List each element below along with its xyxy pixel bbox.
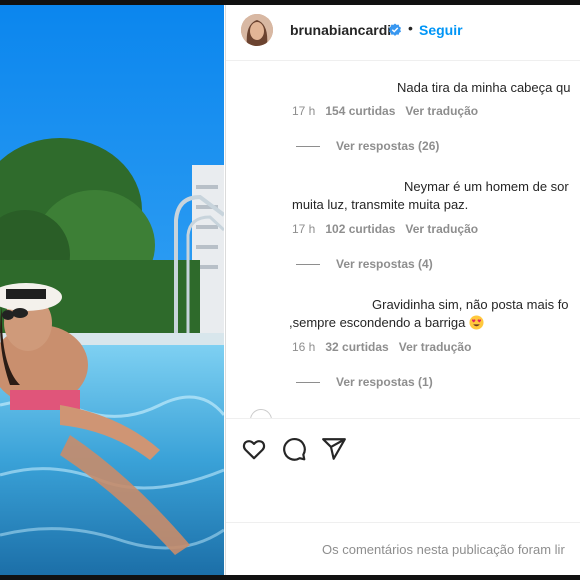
view-replies-label: Ver respostas (26)	[336, 139, 440, 153]
view-replies-button[interactable]: Ver respostas (26)	[296, 139, 439, 153]
view-replies-button[interactable]: Ver respostas (1)	[296, 375, 433, 389]
comment-likes[interactable]: 102 curtidas	[325, 222, 395, 236]
avatar[interactable]	[241, 14, 273, 46]
translate-link[interactable]: Ver tradução	[405, 104, 478, 118]
comment-meta: 17 h 102 curtidas Ver tradução	[292, 222, 488, 236]
heart-eyes-emoji-icon	[469, 315, 484, 330]
bottom-frame-bar	[0, 575, 580, 580]
post-side-panel: brunabiancardi • Seguir Nada tira da min…	[225, 5, 580, 575]
view-replies-label: Ver respostas (4)	[336, 257, 433, 271]
post-photo[interactable]	[0, 5, 224, 575]
replies-line	[296, 146, 320, 148]
pool-photo-illustration	[0, 5, 224, 575]
comment-time: 16 h	[292, 340, 316, 354]
comment-text: Nada tira da minha cabeça qu	[397, 80, 571, 95]
footer-divider	[226, 522, 580, 523]
comment-time: 17 h	[292, 104, 316, 118]
comment-icon[interactable]	[281, 436, 307, 462]
comment-likes[interactable]: 154 curtidas	[325, 104, 395, 118]
post-header: brunabiancardi • Seguir	[226, 5, 580, 61]
comment-text: Neymar é um homem de sor	[404, 179, 569, 194]
verified-badge-icon	[389, 23, 401, 36]
comments-limited-notice: Os comentários nesta publicação foram li…	[322, 542, 565, 557]
view-replies-button[interactable]: Ver respostas (4)	[296, 257, 433, 271]
comment-time: 17 h	[292, 222, 316, 236]
comment-likes[interactable]: 32 curtidas	[325, 340, 388, 354]
view-replies-label: Ver respostas (1)	[336, 375, 433, 389]
username[interactable]: brunabiancardi	[290, 22, 391, 38]
translate-link[interactable]: Ver tradução	[399, 340, 472, 354]
separator-dot: •	[408, 20, 413, 36]
heart-icon[interactable]	[241, 436, 267, 462]
replies-line	[296, 264, 320, 266]
translate-link[interactable]: Ver tradução	[405, 222, 478, 236]
comment-text-with-emoji: ,sempre escondendo a barriga	[289, 314, 484, 332]
post-actions-bar	[226, 418, 580, 474]
share-icon[interactable]	[321, 436, 347, 462]
comment-text: Gravidinha sim, não posta mais fo	[372, 297, 569, 312]
comment-text-line: ,sempre escondendo a barriga	[289, 315, 466, 330]
comment-meta: 16 h 32 curtidas Ver tradução	[292, 340, 481, 354]
comment-meta: 17 h 154 curtidas Ver tradução	[292, 104, 488, 118]
follow-button[interactable]: Seguir	[419, 22, 463, 38]
replies-line	[296, 382, 320, 384]
comment-text: muita luz, transmite muita paz.	[292, 197, 469, 212]
